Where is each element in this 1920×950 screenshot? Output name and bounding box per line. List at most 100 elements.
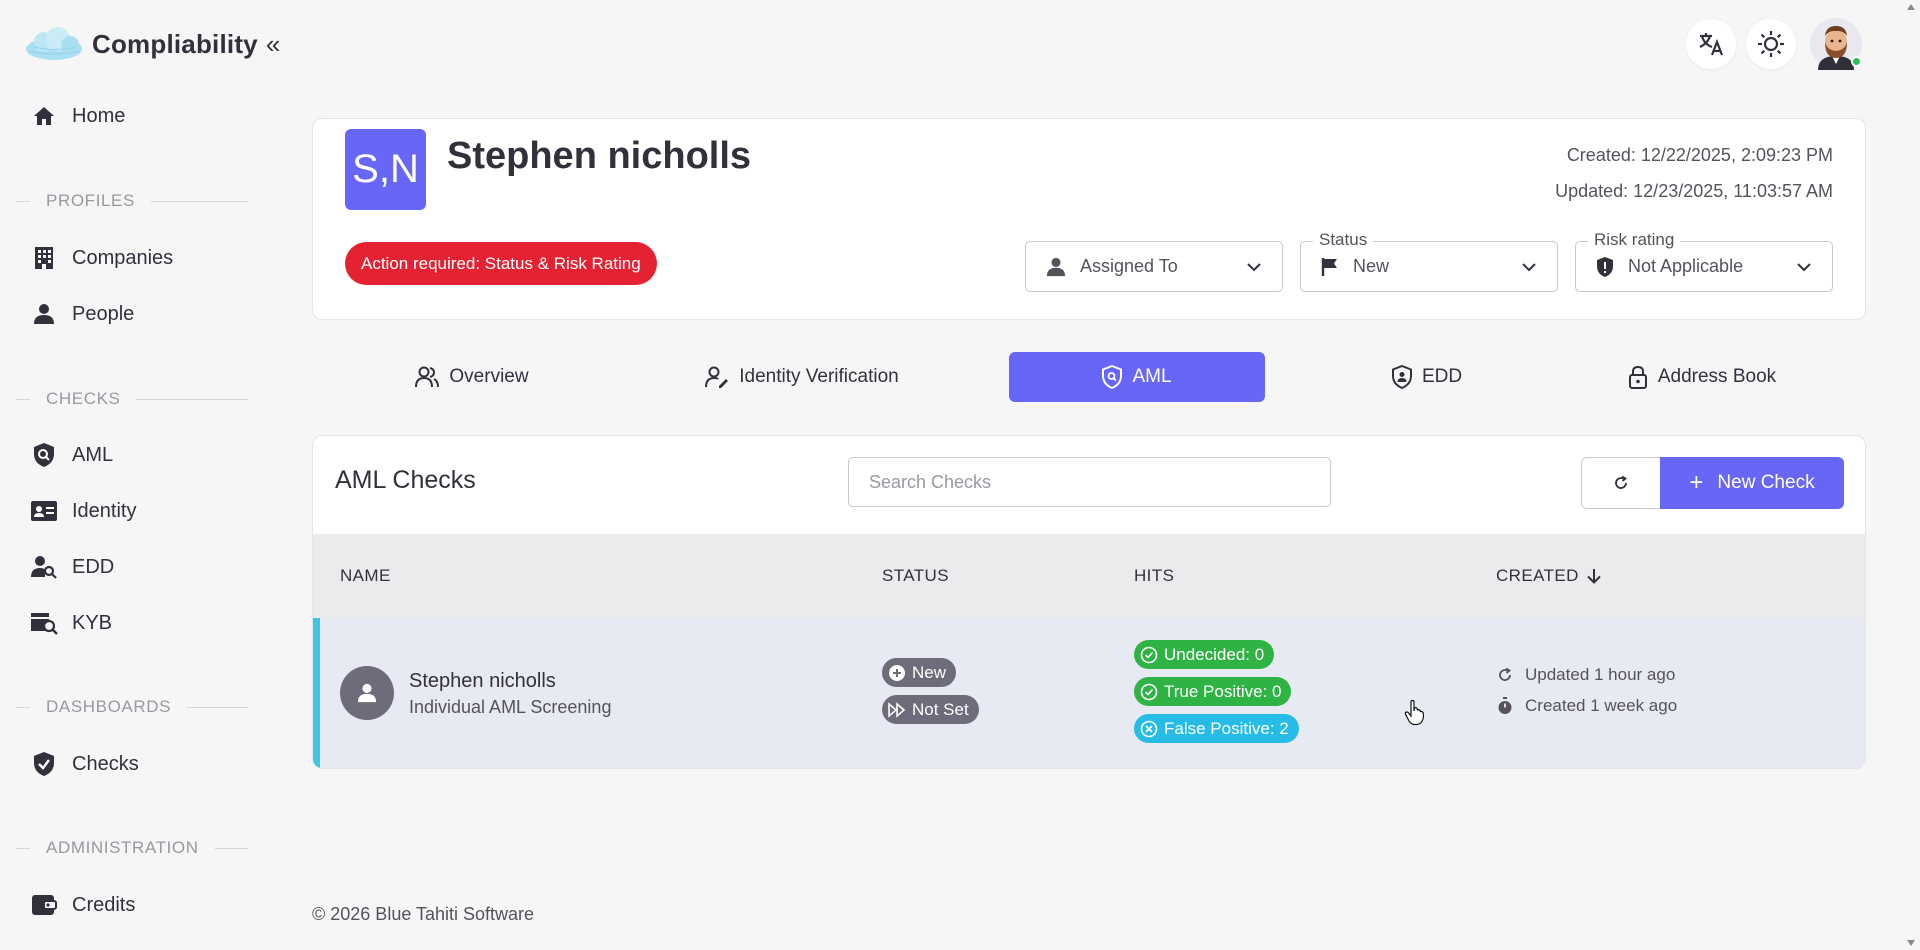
table-row[interactable]: Stephen nicholls Individual AML Screenin… [313, 618, 1865, 768]
hand-cursor-icon [1404, 700, 1425, 726]
sidebar-item-aml[interactable]: AML [30, 435, 260, 475]
tab-identity-verification[interactable]: Identity Verification [687, 352, 917, 402]
collapse-sidebar-icon[interactable]: « [266, 31, 280, 57]
building-icon [30, 244, 58, 272]
profile-card: S,N Stephen nicholls Created: 12/22/2025… [312, 118, 1866, 320]
wallet-icon [30, 891, 58, 919]
sidebar-item-credits[interactable]: Credits [30, 885, 260, 925]
column-header-created-label: CREATED [1496, 566, 1579, 585]
translate-button[interactable] [1686, 19, 1736, 69]
section-dashboards: DASHBOARDS [16, 697, 248, 717]
updated-meta: Updated 1 hour ago [1497, 665, 1675, 685]
arrow-down-icon [1587, 569, 1601, 584]
chevron-down-icon [1522, 263, 1536, 272]
risk-rating-label: Risk rating [1588, 230, 1681, 250]
sidebar-item-edd[interactable]: EDD [30, 547, 260, 587]
column-header-hits[interactable]: HITS [1134, 534, 1174, 618]
person-icon [30, 300, 58, 328]
lock-icon [1628, 365, 1648, 389]
hits-true-positive-label: True Positive: 0 [1164, 681, 1282, 701]
business-search-icon [30, 609, 58, 637]
sidebar-item-checks[interactable]: Checks [30, 744, 260, 784]
shield-search-icon [1102, 365, 1123, 389]
action-required-badge[interactable]: Action required: Status & Risk Rating [345, 242, 657, 285]
status-select[interactable]: Status New [1300, 230, 1558, 292]
search-checks-input[interactable] [848, 457, 1331, 507]
sidebar-item-label: Identity [72, 499, 137, 522]
profile-name: Stephen nicholls [447, 135, 752, 177]
tab-label: Address Book [1657, 366, 1777, 387]
column-header-name[interactable]: NAME [340, 534, 391, 618]
tab-edd[interactable]: EDD [1352, 352, 1502, 402]
risk-rating-select[interactable]: Risk rating Not Applicable [1575, 230, 1833, 292]
assigned-to-select[interactable]: Assigned To [1025, 241, 1283, 292]
profile-initials-avatar: S,N [345, 129, 426, 210]
updated-text: Updated 1 hour ago [1525, 665, 1676, 684]
avatar [340, 666, 394, 720]
scroll-down-icon[interactable] [1906, 938, 1916, 948]
column-header-status[interactable]: STATUS [882, 534, 949, 618]
plus-icon: + [1689, 469, 1704, 496]
column-header-created[interactable]: CREATED [1496, 534, 1603, 618]
section-label: CHECKS [46, 389, 121, 408]
theme-toggle-button[interactable] [1746, 19, 1796, 69]
section-label: PROFILES [46, 191, 135, 210]
created-meta: Created 1 week ago [1497, 696, 1677, 716]
sub-status-badge-label: Not Set [912, 699, 969, 719]
app-name: Compliability [92, 28, 258, 59]
user-avatar[interactable] [1810, 18, 1862, 70]
sun-icon [1758, 31, 1784, 57]
sidebar-item-kyb[interactable]: KYB [30, 603, 260, 643]
person-icon [357, 683, 377, 703]
section-label: ADMINISTRATION [46, 838, 199, 857]
profile-dates: Created: 12/22/2025, 2:09:23 PM Updated:… [1555, 137, 1833, 209]
refresh-button[interactable] [1581, 457, 1661, 509]
chevron-down-icon [1247, 263, 1261, 272]
sub-status-badge: Not Set [882, 695, 979, 724]
tab-address-book[interactable]: Address Book [1602, 352, 1802, 402]
flag-icon [1321, 257, 1339, 277]
status-label: Status [1313, 230, 1374, 250]
scroll-up-icon[interactable] [1906, 2, 1916, 12]
sidebar-item-identity[interactable]: Identity [30, 491, 260, 531]
check-name: Stephen nicholls [409, 670, 556, 692]
row-indicator [313, 618, 320, 768]
sidebar: Compliability « Home PROFILES Companies … [0, 0, 280, 950]
user-search-icon [30, 553, 58, 581]
sidebar-item-companies[interactable]: Companies [30, 238, 260, 278]
stopwatch-icon [1497, 697, 1513, 715]
check-circle-icon [1140, 646, 1158, 664]
brand: Compliability « [24, 24, 280, 64]
chevron-down-icon [1797, 263, 1811, 272]
shield-search-icon [30, 441, 58, 469]
user-edit-icon [705, 366, 729, 388]
tab-overview[interactable]: Overview [382, 352, 562, 402]
sidebar-item-people[interactable]: People [30, 294, 260, 334]
hits-undecided-label: Undecided: 0 [1164, 644, 1265, 664]
profile-tabs: Overview Identity Verification AML EDD A… [312, 352, 1866, 402]
online-status-dot [1851, 56, 1862, 67]
x-circle-icon [1140, 720, 1158, 738]
sidebar-item-home[interactable]: Home [30, 96, 260, 136]
hits-undecided-badge: Undecided: 0 [1134, 640, 1275, 669]
new-check-button[interactable]: + New Check [1660, 457, 1844, 509]
shield-check-icon [30, 750, 58, 778]
aml-checks-card: AML Checks + New Check NAME STATUS HITS … [312, 435, 1866, 769]
id-card-icon [30, 497, 58, 525]
table-header: NAME STATUS HITS CREATED [313, 534, 1865, 618]
sidebar-item-label: People [72, 302, 135, 325]
tab-label: EDD [1421, 366, 1463, 387]
status-value: New [1353, 256, 1390, 276]
tab-aml[interactable]: AML [1009, 352, 1265, 402]
status-badge-label: New [912, 662, 947, 682]
cloud-logo-icon [26, 27, 82, 60]
tab-label: Identity Verification [739, 366, 899, 387]
sidebar-item-label: Home [72, 104, 126, 127]
translate-icon [1699, 33, 1724, 56]
footer-copyright: © 2026 Blue Tahiti Software [312, 904, 535, 924]
sidebar-item-label: Companies [72, 246, 174, 269]
risk-rating-value: Not Applicable [1628, 256, 1744, 276]
created-date: Created: 12/22/2025, 2:09:23 PM [1566, 145, 1833, 165]
refresh-icon [1497, 667, 1513, 683]
tab-label: Overview [449, 366, 529, 387]
